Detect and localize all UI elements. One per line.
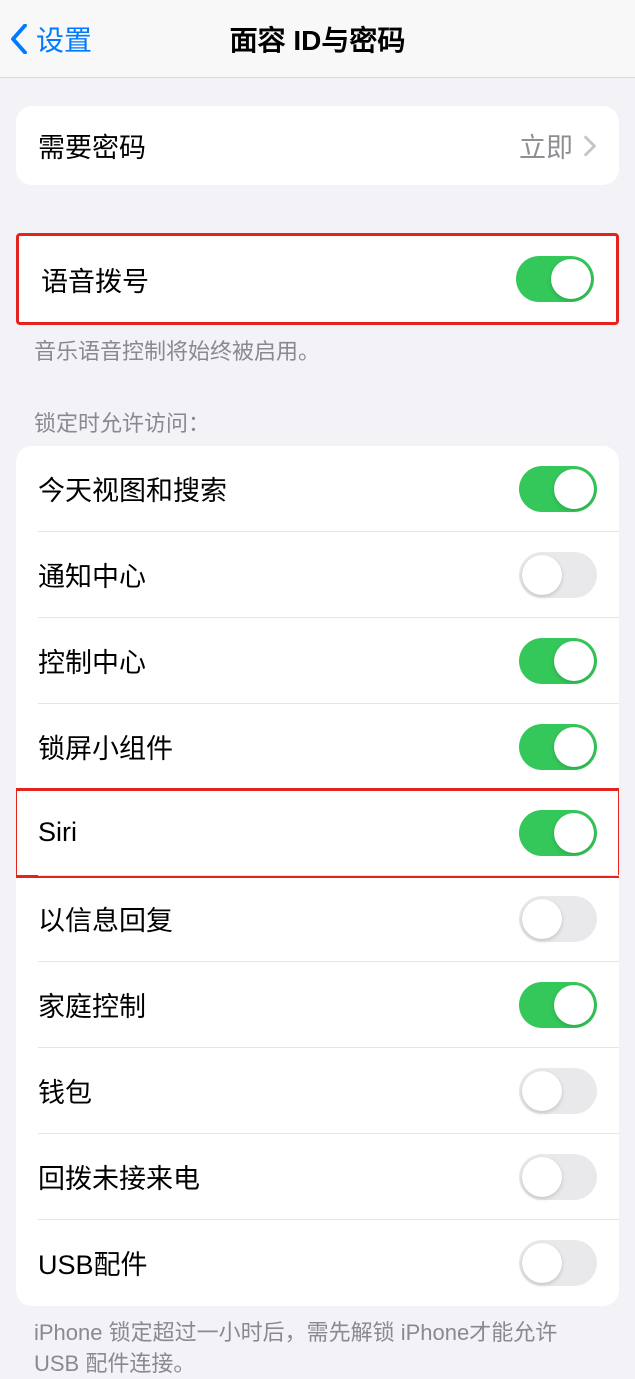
allow-access-header: 锁定时允许访问： xyxy=(0,368,635,446)
require-passcode-row[interactable]: 需要密码 立即 xyxy=(16,106,619,185)
allow-access-toggle[interactable] xyxy=(519,982,597,1028)
allow-access-group: 今天视图和搜索通知中心控制中心锁屏小组件 Siri 以信息回复家庭控制钱包回拨未接来… xyxy=(16,446,619,1306)
voice-dial-toggle[interactable] xyxy=(516,256,594,302)
allow-access-toggle[interactable] xyxy=(519,896,597,942)
voice-dial-footer: 音乐语音控制将始终被启用。 xyxy=(0,325,635,368)
require-passcode-label: 需要密码 xyxy=(38,126,146,165)
chevron-right-icon xyxy=(583,135,597,157)
allow-access-footer: iPhone 锁定超过一小时后，需先解锁 iPhone才能允许USB 配件连接。 xyxy=(0,1306,635,1379)
toggle-knob xyxy=(522,1071,562,1111)
allow-access-label: 回拨未接来电 xyxy=(38,1157,200,1196)
voice-dial-group: 语音拨号 xyxy=(16,233,619,325)
toggle-knob xyxy=(554,985,594,1025)
voice-dial-label: 语音拨号 xyxy=(41,260,149,299)
toggle-knob xyxy=(522,899,562,939)
allow-access-toggle[interactable] xyxy=(519,1154,597,1200)
back-button[interactable]: 设置 xyxy=(0,19,92,59)
require-passcode-value-text: 立即 xyxy=(519,126,573,165)
allow-access-row[interactable]: 今天视图和搜索 xyxy=(16,446,619,532)
toggle-knob xyxy=(522,555,562,595)
require-passcode-value: 立即 xyxy=(519,126,597,165)
toggle-knob xyxy=(554,727,594,767)
back-label: 设置 xyxy=(36,19,92,59)
allow-access-label: 家庭控制 xyxy=(38,985,146,1024)
allow-access-row[interactable]: 控制中心 xyxy=(16,618,619,704)
allow-access-label: 以信息回复 xyxy=(38,899,173,938)
navbar: 设置 面容 ID与密码 xyxy=(0,0,635,78)
allow-access-toggle[interactable] xyxy=(519,552,597,598)
toggle-knob xyxy=(522,1243,562,1283)
toggle-knob xyxy=(551,259,591,299)
allow-access-toggle[interactable] xyxy=(519,466,597,512)
allow-access-label: 通知中心 xyxy=(38,555,146,594)
chevron-left-icon xyxy=(10,24,28,54)
toggle-knob xyxy=(522,1157,562,1197)
toggle-knob xyxy=(554,641,594,681)
voice-dial-row[interactable]: 语音拨号 xyxy=(19,236,616,322)
allow-access-row[interactable]: 回拨未接来电 xyxy=(16,1134,619,1220)
allow-access-row[interactable]: 锁屏小组件 xyxy=(16,704,619,790)
allow-access-row[interactable]: 家庭控制 xyxy=(16,962,619,1048)
allow-access-toggle[interactable] xyxy=(519,810,597,856)
allow-access-label: USB配件 xyxy=(38,1243,148,1282)
allow-access-label: 今天视图和搜索 xyxy=(38,469,227,508)
allow-access-toggle[interactable] xyxy=(519,638,597,684)
allow-access-row[interactable]: 以信息回复 xyxy=(16,876,619,962)
toggle-knob xyxy=(554,813,594,853)
allow-access-row[interactable]: Siri xyxy=(16,790,619,876)
page-title: 面容 ID与密码 xyxy=(0,19,635,59)
allow-access-row[interactable]: 钱包 xyxy=(16,1048,619,1134)
allow-access-row[interactable]: USB配件 xyxy=(16,1220,619,1306)
allow-access-toggle[interactable] xyxy=(519,1068,597,1114)
allow-access-label: 控制中心 xyxy=(38,641,146,680)
allow-access-toggle[interactable] xyxy=(519,724,597,770)
toggle-knob xyxy=(554,469,594,509)
allow-access-toggle[interactable] xyxy=(519,1240,597,1286)
allow-access-label: Siri xyxy=(38,817,77,848)
require-passcode-group: 需要密码 立即 xyxy=(16,106,619,185)
allow-access-label: 钱包 xyxy=(38,1071,92,1110)
allow-access-label: 锁屏小组件 xyxy=(38,727,173,766)
allow-access-row[interactable]: 通知中心 xyxy=(16,532,619,618)
